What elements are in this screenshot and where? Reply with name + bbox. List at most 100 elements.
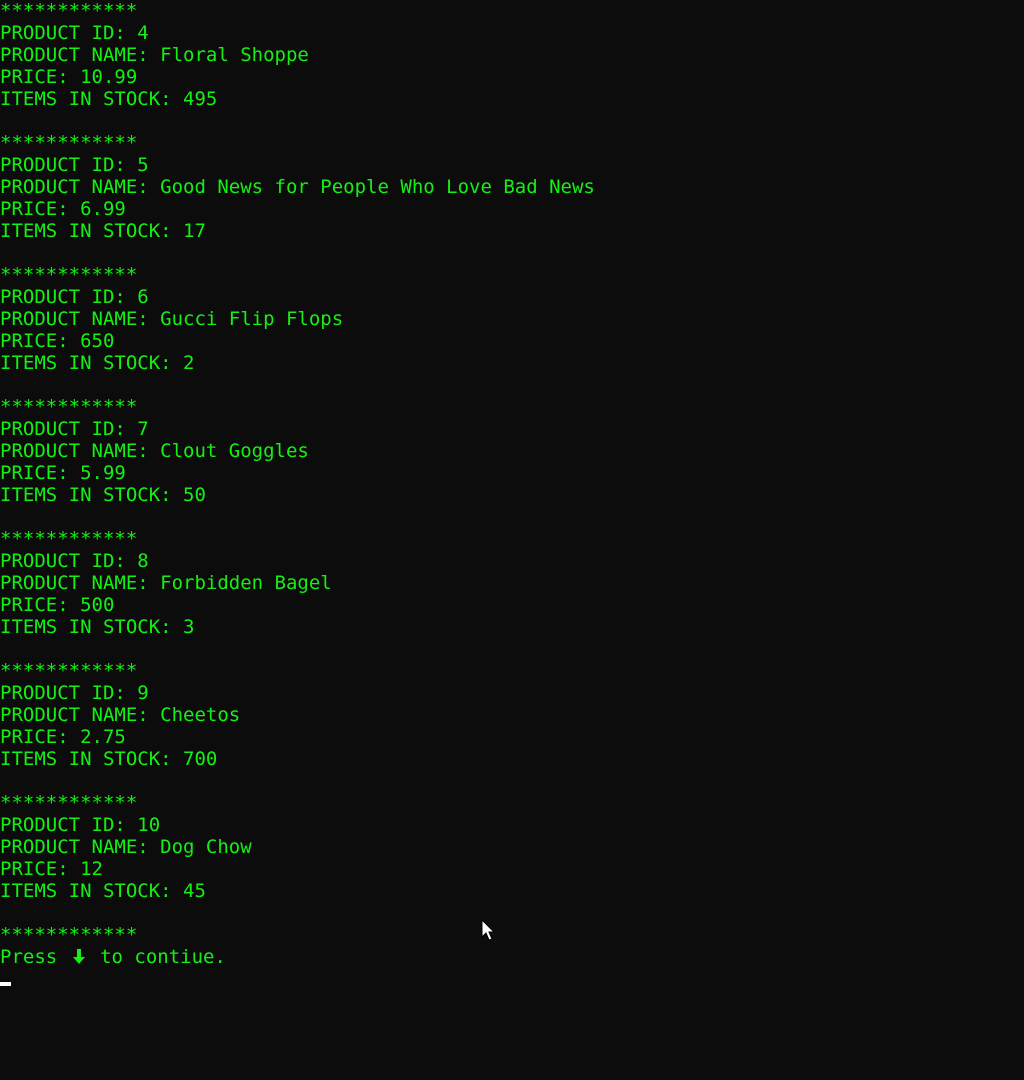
terminal-window[interactable]: ************ PRODUCT ID: 4 PRODUCT NAME: F… bbox=[0, 0, 1024, 1080]
product-id-value: 6 bbox=[137, 286, 149, 308]
product-price-line: PRICE: 500 bbox=[0, 594, 1024, 616]
separator-line: ************ bbox=[0, 264, 138, 286]
separator-line: ************ bbox=[0, 660, 138, 682]
product-id-value: 8 bbox=[137, 550, 149, 572]
product-name-value: Clout Goggles bbox=[160, 440, 309, 462]
separator-line: ************ bbox=[0, 792, 138, 814]
product-name-line: PRODUCT NAME: Clout Goggles bbox=[0, 440, 1024, 462]
product-name-value: Floral Shoppe bbox=[160, 44, 309, 66]
product-stock-value: 45 bbox=[183, 880, 206, 902]
product-name-label: PRODUCT NAME: bbox=[0, 572, 161, 594]
text-cursor bbox=[0, 982, 11, 986]
product-id-label: PRODUCT ID: bbox=[0, 286, 138, 308]
product-id-value: 5 bbox=[137, 154, 149, 176]
product-price-label: PRICE: bbox=[0, 858, 81, 880]
product-price-label: PRICE: bbox=[0, 726, 81, 748]
continue-prompt: Press to contiue. bbox=[0, 946, 1024, 968]
product-stock-line: ITEMS IN STOCK: 3 bbox=[0, 616, 1024, 638]
product-price-label: PRICE: bbox=[0, 462, 81, 484]
product-id-value: 4 bbox=[137, 22, 149, 44]
separator-line: ************ bbox=[0, 528, 138, 550]
separator-line: ************ bbox=[0, 396, 138, 418]
product-price-value: 6.99 bbox=[80, 198, 126, 220]
product-block: ************ PRODUCT ID: 6 PRODUCT NAME: G… bbox=[0, 264, 1024, 396]
product-id-label: PRODUCT ID: bbox=[0, 154, 138, 176]
product-id-line: PRODUCT ID: 9 bbox=[0, 682, 1024, 704]
separator-line: ************ bbox=[0, 0, 138, 22]
product-price-line: PRICE: 12 bbox=[0, 858, 1024, 880]
product-name-line: PRODUCT NAME: Floral Shoppe bbox=[0, 44, 1024, 66]
product-name-label: PRODUCT NAME: bbox=[0, 440, 161, 462]
product-stock-label: ITEMS IN STOCK: bbox=[0, 352, 184, 374]
product-price-value: 2.75 bbox=[80, 726, 126, 748]
product-stock-line: ITEMS IN STOCK: 50 bbox=[0, 484, 1024, 506]
product-price-label: PRICE: bbox=[0, 66, 81, 88]
product-id-label: PRODUCT ID: bbox=[0, 22, 138, 44]
product-stock-label: ITEMS IN STOCK: bbox=[0, 484, 184, 506]
product-id-line: PRODUCT ID: 4 bbox=[0, 22, 1024, 44]
product-stock-label: ITEMS IN STOCK: bbox=[0, 88, 184, 110]
product-list: ************ PRODUCT ID: 4 PRODUCT NAME: F… bbox=[0, 0, 1024, 924]
product-price-label: PRICE: bbox=[0, 330, 81, 352]
product-price-value: 10.99 bbox=[80, 66, 138, 88]
product-name-line: PRODUCT NAME: Good News for People Who L… bbox=[0, 176, 1024, 198]
product-block: ************ PRODUCT ID: 5 PRODUCT NAME: G… bbox=[0, 132, 1024, 264]
product-id-value: 9 bbox=[137, 682, 149, 704]
product-id-label: PRODUCT ID: bbox=[0, 814, 138, 836]
product-block: ************ PRODUCT ID: 7 PRODUCT NAME: C… bbox=[0, 396, 1024, 528]
product-name-label: PRODUCT NAME: bbox=[0, 176, 161, 198]
product-id-label: PRODUCT ID: bbox=[0, 682, 138, 704]
product-block: ************ PRODUCT ID: 9 PRODUCT NAME: C… bbox=[0, 660, 1024, 792]
product-stock-value: 700 bbox=[183, 748, 218, 770]
product-stock-value: 50 bbox=[183, 484, 206, 506]
product-name-value: Forbidden Bagel bbox=[160, 572, 332, 594]
product-stock-value: 3 bbox=[183, 616, 195, 638]
product-name-line: PRODUCT NAME: Gucci Flip Flops bbox=[0, 308, 1024, 330]
product-price-value: 5.99 bbox=[80, 462, 126, 484]
product-id-line: PRODUCT ID: 7 bbox=[0, 418, 1024, 440]
product-stock-line: ITEMS IN STOCK: 495 bbox=[0, 88, 1024, 110]
product-name-label: PRODUCT NAME: bbox=[0, 44, 161, 66]
product-name-value: Dog Chow bbox=[160, 836, 252, 858]
product-stock-line: ITEMS IN STOCK: 700 bbox=[0, 748, 1024, 770]
product-price-line: PRICE: 10.99 bbox=[0, 66, 1024, 88]
product-price-value: 12 bbox=[80, 858, 103, 880]
product-price-line: PRICE: 5.99 bbox=[0, 462, 1024, 484]
product-block: ************ PRODUCT ID: 4 PRODUCT NAME: F… bbox=[0, 0, 1024, 132]
product-id-line: PRODUCT ID: 6 bbox=[0, 286, 1024, 308]
product-id-line: PRODUCT ID: 8 bbox=[0, 550, 1024, 572]
product-stock-value: 2 bbox=[183, 352, 195, 374]
product-stock-label: ITEMS IN STOCK: bbox=[0, 880, 184, 902]
product-stock-value: 495 bbox=[183, 88, 218, 110]
product-price-value: 650 bbox=[80, 330, 115, 352]
prompt-text-after: to contiue. bbox=[88, 946, 226, 968]
product-stock-line: ITEMS IN STOCK: 17 bbox=[0, 220, 1024, 242]
product-name-label: PRODUCT NAME: bbox=[0, 836, 161, 858]
product-name-line: PRODUCT NAME: Dog Chow bbox=[0, 836, 1024, 858]
product-name-label: PRODUCT NAME: bbox=[0, 704, 161, 726]
prompt-text-before: Press bbox=[0, 946, 69, 968]
product-id-line: PRODUCT ID: 5 bbox=[0, 154, 1024, 176]
product-name-value: Cheetos bbox=[160, 704, 241, 726]
product-stock-label: ITEMS IN STOCK: bbox=[0, 220, 184, 242]
product-price-label: PRICE: bbox=[0, 198, 81, 220]
product-id-label: PRODUCT ID: bbox=[0, 550, 138, 572]
mouse-pointer-icon bbox=[481, 919, 495, 941]
product-id-label: PRODUCT ID: bbox=[0, 418, 138, 440]
product-name-label: PRODUCT NAME: bbox=[0, 308, 161, 330]
product-stock-label: ITEMS IN STOCK: bbox=[0, 616, 184, 638]
product-name-line: PRODUCT NAME: Cheetos bbox=[0, 704, 1024, 726]
product-name-value: Gucci Flip Flops bbox=[160, 308, 344, 330]
product-name-line: PRODUCT NAME: Forbidden Bagel bbox=[0, 572, 1024, 594]
product-price-label: PRICE: bbox=[0, 594, 81, 616]
product-stock-value: 17 bbox=[183, 220, 206, 242]
product-stock-line: ITEMS IN STOCK: 2 bbox=[0, 352, 1024, 374]
product-price-line: PRICE: 6.99 bbox=[0, 198, 1024, 220]
product-block: ************ PRODUCT ID: 10 PRODUCT NAME: … bbox=[0, 792, 1024, 924]
product-block: ************ PRODUCT ID: 8 PRODUCT NAME: F… bbox=[0, 528, 1024, 660]
